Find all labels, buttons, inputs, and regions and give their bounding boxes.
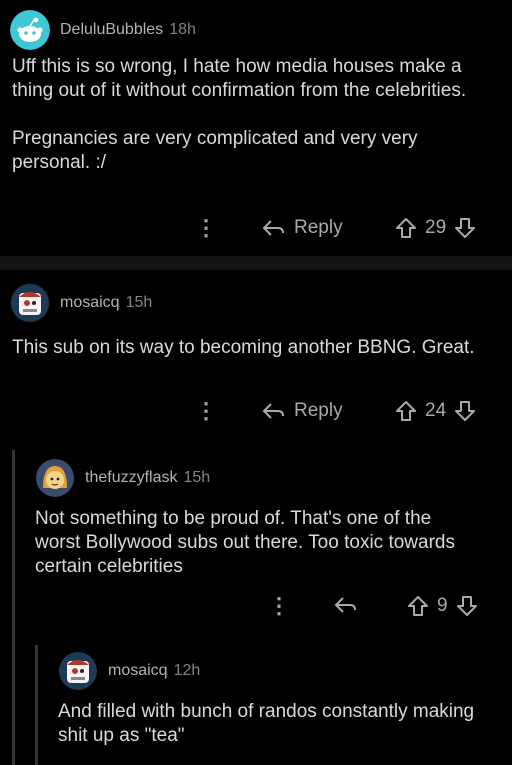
- username[interactable]: mosaicq: [60, 294, 120, 312]
- user-avatar[interactable]: [10, 283, 50, 323]
- comment-actions: ⋮: [195, 400, 217, 422]
- vote-controls: 24: [395, 400, 476, 422]
- upvote-icon[interactable]: [395, 217, 417, 239]
- more-options-icon[interactable]: ⋮: [195, 400, 217, 422]
- comment-actions: ⋮: [268, 595, 290, 617]
- snoo-avatar-icon: [11, 284, 49, 322]
- reply-button[interactable]: Reply: [262, 400, 343, 422]
- downvote-icon[interactable]: [454, 400, 476, 422]
- comment-body: This sub on its way to becoming another …: [12, 337, 475, 358]
- reply-arrow-icon: [262, 403, 284, 419]
- upvote-icon[interactable]: [407, 595, 429, 617]
- downvote-icon[interactable]: [456, 595, 478, 617]
- reddit-avatar-icon: [10, 10, 50, 50]
- upvote-icon[interactable]: [395, 400, 417, 422]
- comment-separator: [0, 256, 512, 270]
- reply-arrow-icon: [334, 597, 356, 613]
- comment-mosaicq: mosaicq 15h This sub on its way to becom…: [0, 270, 512, 440]
- reply-arrow-icon: [262, 220, 284, 236]
- comment-header: thefuzzyflask 15h: [35, 458, 210, 498]
- snoo-avatar-icon: [36, 459, 74, 497]
- comment-actions: ⋮: [195, 217, 217, 239]
- comment-delulububbles: DeluluBubbles 18h Uff this is so wrong, …: [0, 0, 512, 256]
- username[interactable]: thefuzzyflask: [85, 469, 177, 487]
- reply-button[interactable]: [334, 595, 358, 615]
- username[interactable]: DeluluBubbles: [60, 21, 163, 39]
- user-avatar[interactable]: [58, 651, 98, 691]
- comment-header: mosaicq 12h: [58, 651, 200, 691]
- comment-age: 15h: [125, 294, 153, 311]
- downvote-icon[interactable]: [454, 217, 476, 239]
- vote-score: 29: [425, 217, 447, 238]
- comment-header: mosaicq 15h: [10, 283, 152, 323]
- comment-header: DeluluBubbles 18h: [10, 10, 196, 50]
- more-options-icon[interactable]: ⋮: [268, 595, 290, 617]
- comment-body: Not something to be proud of. That's one…: [35, 508, 455, 577]
- comment-age: 12h: [173, 662, 201, 679]
- comment-age: 15h: [183, 469, 211, 486]
- vote-controls: 29: [395, 217, 476, 239]
- reply-label: Reply: [294, 217, 343, 238]
- vote-score: 24: [425, 400, 447, 421]
- comment-body: And filled with bunch of randos constant…: [58, 701, 475, 746]
- username[interactable]: mosaicq: [108, 662, 168, 680]
- more-options-icon[interactable]: ⋮: [195, 217, 217, 239]
- snoo-avatar-icon: [59, 652, 97, 690]
- vote-score: 9: [437, 595, 448, 616]
- user-avatar[interactable]: [10, 10, 50, 50]
- reply-button[interactable]: Reply: [262, 217, 343, 239]
- user-avatar[interactable]: [35, 458, 75, 498]
- comment-thefuzzyflask: thefuzzyflask 15h Not something to be pr…: [0, 450, 512, 640]
- reply-label: Reply: [294, 400, 343, 421]
- comment-age: 18h: [169, 21, 196, 38]
- comment-mosaicq-reply: mosaicq 12h And filled with bunch of ran…: [0, 645, 512, 765]
- vote-controls: 9: [407, 595, 478, 617]
- comment-body: Uff this is so wrong, I hate how media h…: [12, 56, 467, 173]
